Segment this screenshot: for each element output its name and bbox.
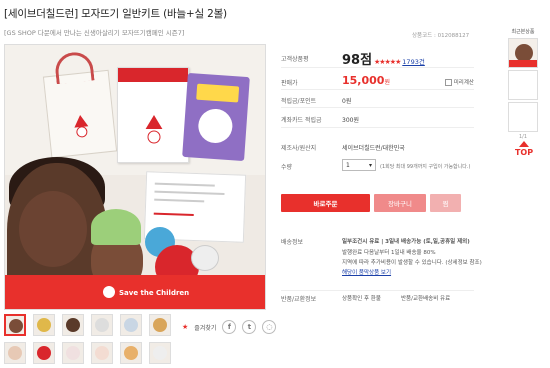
quantity-value: 1 [346, 161, 350, 169]
recent-page: 1/1 [518, 134, 528, 140]
wishlist-button[interactable]: 찜 [430, 194, 461, 212]
price-row: 판매가 15,000원 미리계산 [281, 68, 474, 90]
rating-stars: ★★★★★ [373, 58, 401, 66]
return-info: 반품/교환정보 상품확인 후 환불 반품/교환배송비 유료 [281, 290, 474, 304]
shipping-link[interactable]: 해당이 품막상품 보기 [342, 268, 391, 276]
rating-row: 고객상품평 98점 ★★★★★ 1793건 [281, 44, 474, 68]
return-value-1: 상품확인 후 환불 [342, 296, 381, 302]
recent-slot [508, 70, 538, 100]
recent-item[interactable] [508, 38, 538, 68]
product-subtitle: [GS SHOP 다문에서 만나는 신생아살리기 모자뜨기캠페인 시즌7] [4, 29, 185, 37]
calculate-button[interactable]: 미리계산 [444, 78, 474, 86]
shipping-line-2: 발행완료 다음날부터 1일내 배송율 80% [342, 250, 436, 256]
recently-viewed-panel: 최근본상품 1/1 [508, 28, 538, 140]
twitter-icon[interactable]: t [242, 320, 257, 334]
points-value: 0원 [342, 98, 352, 105]
thumbnail[interactable] [120, 314, 142, 336]
thumbnail[interactable] [120, 342, 142, 364]
price-label: 판매가 [281, 80, 298, 87]
rating-label: 고객상품평 [281, 56, 309, 63]
rating-score: 98점 [342, 53, 373, 68]
shipping-line-3: 지역에 따라 추가비용이 발생할 수 있습니다. (상세정보 참조) [342, 260, 482, 266]
product-code: 상품코드 : 012088127 [412, 33, 470, 39]
points-row: 적립금/포인트 0원 [281, 90, 474, 108]
kit-box-image [117, 67, 189, 163]
chat-share-icon[interactable]: ◌ [262, 320, 277, 334]
maker-row: 제조사/원산지 세이브더칠드런/대한민국 [281, 138, 474, 156]
share-bar: ★ 즐겨찾기 f t ◌ [182, 320, 277, 334]
calculate-label: 미리계산 [453, 80, 474, 86]
review-count-link[interactable]: 1793건 [402, 58, 425, 66]
return-value-2: 반품/교환배송비 유료 [401, 296, 451, 302]
shipping-info: 배송정보 일부조건시 유료 | 3일내 배송가능 (토,일,공휴일 제외) 발행… [281, 234, 482, 286]
price-unit: 원 [384, 79, 390, 86]
thumbnail[interactable] [62, 342, 84, 364]
scroll-top-button[interactable]: TOP [510, 141, 538, 157]
thumbnail[interactable] [4, 342, 26, 364]
purple-package-image [182, 72, 250, 162]
recent-header: 최근본상품 [511, 29, 535, 35]
quantity-label: 수량 [281, 164, 293, 171]
maker-label: 제조사/원산지 [281, 145, 317, 152]
thumbnail[interactable] [149, 342, 171, 364]
quantity-row: 수량 1 ▾ (1회당 최대 99개까지 구입이 가능합니다.) [281, 156, 474, 178]
card-points-row: 계좌카드 적립금 300원 [281, 108, 474, 128]
favorite-label[interactable]: 즐겨찾기 [194, 323, 216, 332]
price-value: 15,000 [342, 74, 385, 87]
quantity-select[interactable]: 1 ▾ [342, 159, 376, 171]
thumbnail[interactable] [91, 314, 113, 336]
thumbnail[interactable] [62, 314, 84, 336]
facebook-icon[interactable]: f [222, 320, 237, 334]
calculator-icon [444, 78, 452, 86]
save-the-children-logo [103, 286, 115, 298]
return-label: 반품/교환정보 [281, 296, 317, 303]
brand-banner: Save the Children [5, 275, 265, 309]
thumbnail[interactable] [149, 314, 171, 336]
brand-text: Save the Children [119, 289, 190, 297]
thumbnail[interactable] [33, 314, 55, 336]
star-icon: ★ [182, 323, 189, 331]
maker-value: 세이브더칠드런/대한민국 [342, 145, 405, 152]
add-to-cart-button[interactable]: 장바구니 [374, 194, 426, 212]
recent-slot [508, 102, 538, 132]
card-points-label: 계좌카드 적립금 [281, 117, 322, 124]
card-points-value: 300원 [342, 117, 359, 124]
thumbnail[interactable] [4, 314, 26, 336]
buy-now-button[interactable]: 바로주문 [281, 194, 370, 212]
points-label: 적립금/포인트 [281, 98, 317, 105]
main-product-image: Save the Children [4, 44, 266, 310]
tote-bag-image [42, 50, 118, 159]
chevron-down-icon: ▾ [368, 161, 372, 169]
knit-hat-image [91, 209, 141, 245]
shipping-line-1: 일부조건시 유료 | 3일내 배송가능 (토,일,공휴일 제외) [342, 239, 470, 245]
top-label: TOP [514, 148, 534, 157]
shipping-label: 배송정보 [281, 239, 304, 246]
thumbnail[interactable] [91, 342, 113, 364]
thumbnail[interactable] [33, 342, 55, 364]
quantity-note: (1회당 최대 99개까지 구입이 가능합니다.) [380, 164, 471, 170]
product-title: [세이브더칠드런] 모자뜨기 일반키트 (바늘+실 2볼) [4, 8, 227, 20]
arrow-up-icon [519, 141, 529, 147]
